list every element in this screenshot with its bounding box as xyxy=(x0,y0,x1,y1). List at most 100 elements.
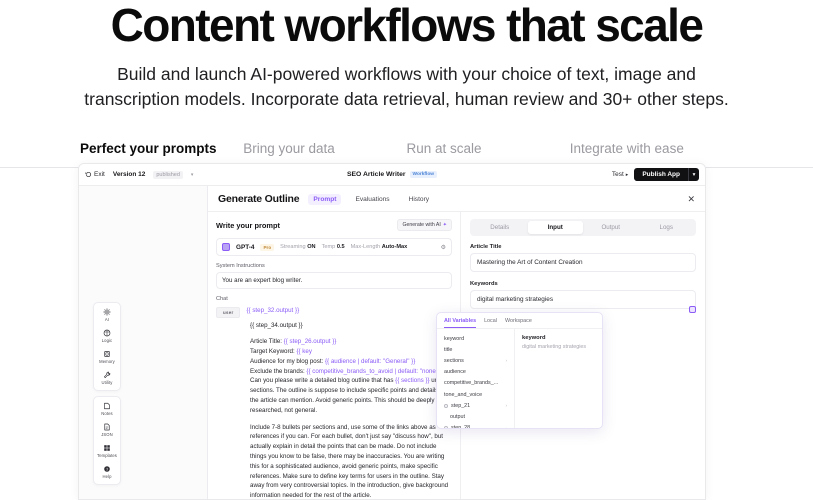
model-name[interactable]: GPT-4 xyxy=(236,244,254,251)
rail-item-ai[interactable]: AI xyxy=(103,308,111,322)
variable-item[interactable]: step_21 › xyxy=(437,400,514,411)
chevron-right-icon: › xyxy=(505,358,508,364)
app-toolbar: Exit Version 12 published ▾ SEO Article … xyxy=(79,164,705,186)
page-title: Content workflows that scale xyxy=(110,0,704,51)
test-button[interactable]: Test ▸ xyxy=(612,171,628,178)
variable-item[interactable]: step_28 › xyxy=(437,423,514,428)
memory-cube-icon xyxy=(104,351,110,357)
hero-section: Content workflows that scale Build and l… xyxy=(0,0,813,113)
variable-item[interactable]: output xyxy=(437,411,514,422)
publish-app-button[interactable]: Publish App xyxy=(634,168,688,181)
ai-sparkle-icon xyxy=(103,308,111,316)
variables-popover: All Variables Local Workspace keyword ti… xyxy=(436,312,603,429)
prompt-pane: Write your prompt Generate with AI ✦ GPT… xyxy=(208,212,696,499)
prompt-body-lines: Article Title: {{ step_26.output }} Targ… xyxy=(250,337,452,415)
article-title-input[interactable]: Mastering the Art of Content Creation xyxy=(470,253,696,272)
page-subtitle: Build and launch AI-powered workflows wi… xyxy=(84,64,729,110)
page-root: Content workflows that scale Build and l… xyxy=(0,0,813,500)
chat-message-row: user {{ step_32.output }} xyxy=(216,306,452,318)
keywords-input[interactable]: digital marketing strategies xyxy=(470,290,696,309)
rail-item-json[interactable]: JSON xyxy=(101,423,113,437)
rail-item-notes[interactable]: Notes xyxy=(101,402,113,416)
generate-with-ai-label: Generate with AI xyxy=(402,222,441,228)
plan-badge: Pro xyxy=(260,243,275,251)
variable-item[interactable]: keyword xyxy=(437,333,514,344)
temp-value: 0.5 xyxy=(336,244,345,250)
temperature-setting[interactable]: Temp 0.5 xyxy=(322,244,345,250)
variable-item[interactable]: sections › xyxy=(437,355,514,366)
article-title-label: Article Title xyxy=(470,244,502,250)
tab-perfect-your-prompts[interactable]: Perfect your prompts xyxy=(80,135,243,167)
variable-detail-value: digital marketing strategies xyxy=(522,344,587,350)
vp-tab-all-variables[interactable]: All Variables xyxy=(444,318,477,328)
templates-grid-icon xyxy=(104,445,110,451)
chat-variable-line-2[interactable]: {{ step_34.output }} xyxy=(216,321,452,331)
variable-item[interactable]: tone_and_voice xyxy=(437,389,514,400)
notes-icon xyxy=(104,402,110,410)
segment-output[interactable]: Output xyxy=(583,221,639,234)
streaming-setting[interactable]: Streaming ON xyxy=(280,244,315,250)
tab-run-at-scale[interactable]: Run at scale xyxy=(407,135,570,167)
segment-logs[interactable]: Logs xyxy=(639,221,695,234)
prompt-body-paragraph: Include 7-8 bullets per sections and, us… xyxy=(250,423,449,499)
variable-item[interactable]: title xyxy=(437,344,514,355)
segment-input[interactable]: Input xyxy=(527,221,583,234)
rail-item-help[interactable]: Help xyxy=(102,465,111,479)
variables-popover-tabs: All Variables Local Workspace xyxy=(437,313,602,329)
publish-dropdown-icon[interactable]: ▾ xyxy=(688,168,699,181)
modal-tab-prompt[interactable]: Prompt xyxy=(308,193,342,205)
streaming-value: ON xyxy=(307,244,316,250)
role-badge-user: user xyxy=(216,307,241,318)
gear-icon[interactable]: ⚙ xyxy=(441,244,446,251)
prompt-heading: Write your prompt xyxy=(216,220,280,230)
logic-branch-icon xyxy=(103,329,111,337)
prompt-line-audience: Audience for my blog post: {{ audience |… xyxy=(250,357,416,365)
modal-body: Write your prompt Generate with AI ✦ GPT… xyxy=(208,212,705,499)
exit-button[interactable]: Exit xyxy=(85,171,105,178)
version-chevron-down-icon[interactable]: ▾ xyxy=(191,172,194,178)
chat-variable-line-1[interactable]: {{ step_32.output }} xyxy=(246,306,452,318)
modal-title: Generate Outline xyxy=(218,193,300,205)
variables-popover-body: keyword title sections › audience competi… xyxy=(437,329,602,428)
modal-tab-history[interactable]: History xyxy=(404,194,435,205)
system-instructions-label: System Instructions xyxy=(216,263,265,269)
rail-item-memory[interactable]: Memory xyxy=(99,350,115,364)
help-circle-icon xyxy=(104,466,110,472)
tab-bring-your-data[interactable]: Bring your data xyxy=(243,135,406,167)
variable-label: audience xyxy=(444,369,466,376)
rail-label-json: JSON xyxy=(101,432,113,437)
rail-item-templates[interactable]: Templates xyxy=(97,444,117,458)
modal-header: Generate Outline Prompt Evaluations Hist… xyxy=(208,186,705,212)
system-instructions-input[interactable]: You are an expert blog writer. xyxy=(216,272,452,289)
model-settings-bar: GPT-4 Pro Streaming ON Temp 0.5 Max-Leng… xyxy=(216,238,452,256)
test-label: Test xyxy=(611,171,624,178)
step-dot-icon xyxy=(444,426,448,428)
rail-item-logic[interactable]: Logic xyxy=(102,329,113,343)
model-provider-icon xyxy=(222,243,230,251)
streaming-label: Streaming xyxy=(280,244,306,250)
variable-label: keyword xyxy=(444,335,465,342)
step-editor-modal: Generate Outline Prompt Evaluations Hist… xyxy=(207,186,705,499)
rail-label-memory: Memory xyxy=(99,359,115,364)
rail-group-primary: AI Logic Memory Utility xyxy=(93,302,121,391)
variable-label: step_21 xyxy=(451,402,471,409)
toolbar-right-group: Test ▸ Publish App ▾ xyxy=(612,168,699,181)
max-length-setting[interactable]: Max-Length Auto-Max xyxy=(351,244,408,250)
modal-tab-evaluations[interactable]: Evaluations xyxy=(350,194,394,205)
vp-tab-workspace[interactable]: Workspace xyxy=(505,318,532,328)
variable-detail-key: keyword xyxy=(522,335,546,341)
close-icon[interactable]: ✕ xyxy=(687,194,695,204)
segment-details[interactable]: Details xyxy=(472,221,528,234)
vp-tab-local[interactable]: Local xyxy=(484,318,497,328)
prompt-body[interactable]: Article Title: {{ step_26.output }} Targ… xyxy=(216,337,452,499)
rail-item-utility[interactable]: Utility xyxy=(102,371,113,385)
play-triangle-icon: ▸ xyxy=(625,171,629,178)
chevron-right-icon: › xyxy=(506,426,508,428)
workflow-canvas[interactable]: AI Logic Memory Utility Notes JSON Templ… xyxy=(79,186,207,499)
variable-item[interactable]: audience xyxy=(437,367,514,378)
publish-button-group: Publish App ▾ xyxy=(634,168,699,181)
generate-with-ai-button[interactable]: Generate with AI ✦ xyxy=(397,219,452,231)
sparkle-icon: ✦ xyxy=(442,222,447,228)
variable-item[interactable]: competitive_brands_... xyxy=(437,378,514,389)
tab-integrate-with-ease[interactable]: Integrate with ease xyxy=(570,135,733,167)
